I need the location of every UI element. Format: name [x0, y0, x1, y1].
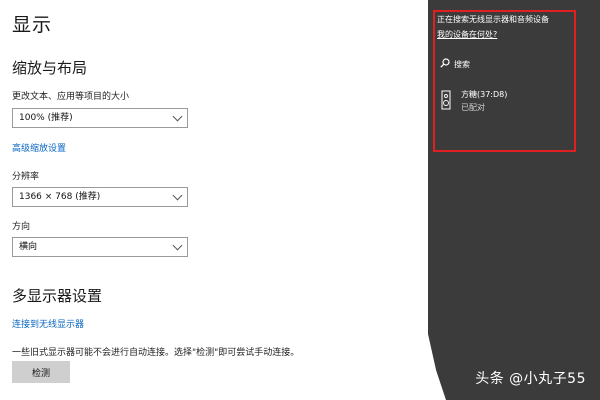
chevron-down-icon	[172, 240, 183, 251]
watermark: 头条 @小丸子55	[475, 371, 586, 387]
page-title: 显示	[12, 14, 53, 36]
chevron-down-icon	[172, 111, 183, 122]
resolution-dropdown[interactable]: 1366 × 768 (推荐)	[12, 187, 188, 207]
scale-layout-heading: 缩放与布局	[12, 59, 88, 77]
resolution-value: 1366 × 768 (推荐)	[19, 192, 101, 202]
panel-edge-decoration	[428, 334, 446, 400]
multi-display-heading: 多显示器设置	[12, 287, 103, 305]
resolution-label: 分辨率	[12, 172, 40, 182]
highlight-box	[433, 10, 576, 152]
orientation-label: 方向	[12, 222, 31, 232]
connect-wireless-display-link[interactable]: 连接到无线显示器	[12, 317, 84, 330]
text-size-value: 100% (推荐)	[19, 113, 73, 123]
detect-note: 一些旧式显示器可能不会进行自动连接。选择"检测"即可尝试手动连接。	[12, 348, 300, 358]
text-size-dropdown[interactable]: 100% (推荐)	[12, 108, 188, 128]
text-size-label: 更改文本、应用等项目的大小	[12, 92, 130, 102]
orientation-dropdown[interactable]: 横向	[12, 237, 188, 257]
advanced-scaling-link[interactable]: 高级缩放设置	[12, 141, 66, 154]
display-settings-pane: 显示 缩放与布局 更改文本、应用等项目的大小 100% (推荐) 高级缩放设置 …	[0, 0, 428, 400]
detect-button[interactable]: 检测	[12, 361, 70, 383]
chevron-down-icon	[172, 190, 183, 201]
orientation-value: 横向	[19, 242, 38, 252]
